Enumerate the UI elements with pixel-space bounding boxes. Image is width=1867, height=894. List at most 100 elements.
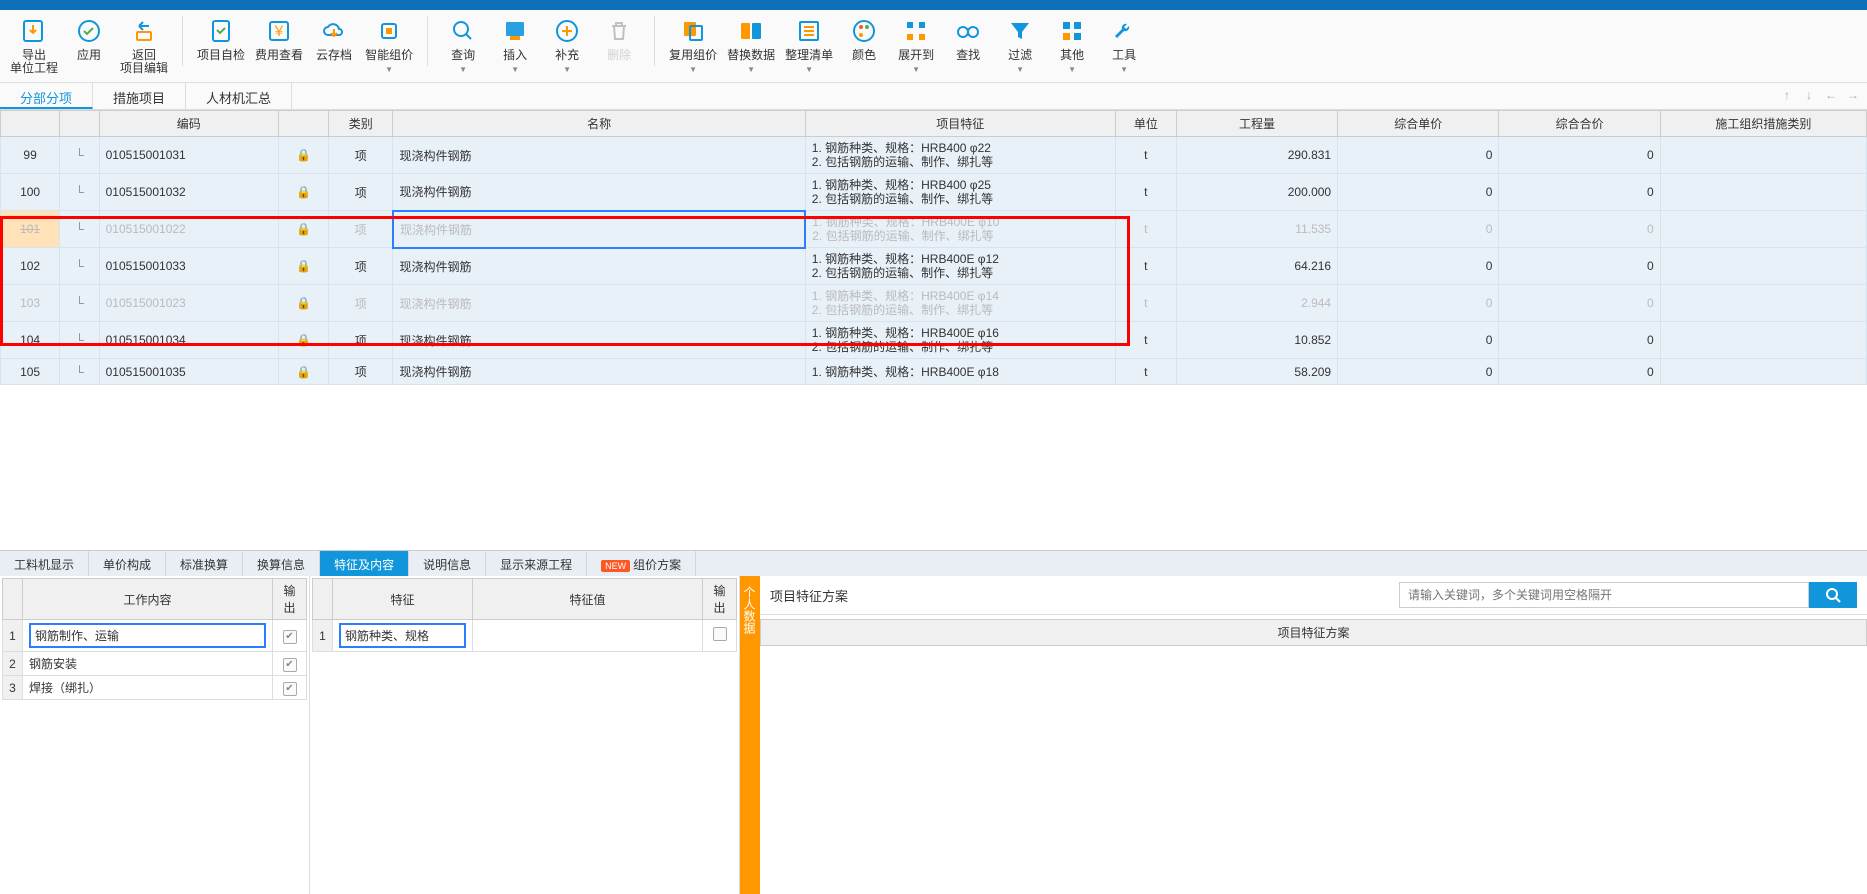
unit-cell[interactable]: t: [1115, 359, 1176, 385]
code-cell[interactable]: 010515001033: [99, 248, 278, 285]
total-cell[interactable]: 0: [1499, 174, 1660, 211]
output-checkbox[interactable]: [283, 682, 297, 696]
price-cell[interactable]: 0: [1338, 359, 1499, 385]
price-cell[interactable]: 0: [1338, 211, 1499, 248]
tab-feature-content[interactable]: 特征及内容: [320, 551, 409, 576]
nav-right-icon[interactable]: →: [1844, 86, 1862, 104]
work-label[interactable]: 钢筋安装: [23, 652, 273, 676]
insert-btn[interactable]: 插入 ▼: [494, 16, 536, 74]
name-cell[interactable]: 现浇构件钢筋: [393, 248, 805, 285]
table-row[interactable]: 104└010515001034🔒项现浇构件钢筋1. 钢筋种类、规格：HRB40…: [1, 322, 1867, 359]
total-cell[interactable]: 0: [1499, 285, 1660, 322]
other-btn[interactable]: 其他 ▼: [1051, 16, 1093, 74]
cloud-archive-btn[interactable]: 云存档: [313, 16, 355, 62]
unit-cell[interactable]: t: [1115, 248, 1176, 285]
feature-value[interactable]: [473, 620, 703, 652]
work-row[interactable]: 1钢筋制作、运输: [3, 620, 307, 652]
org-cell[interactable]: [1660, 248, 1866, 285]
tab-measure[interactable]: 措施项目: [93, 83, 186, 109]
color-btn[interactable]: 颜色: [843, 16, 885, 62]
category-cell[interactable]: 项: [328, 285, 393, 322]
total-cell[interactable]: 0: [1499, 211, 1660, 248]
org-cell[interactable]: [1660, 322, 1866, 359]
feature-cell[interactable]: 1. 钢筋种类、规格：HRB400E φ14 2. 包括钢筋的运输、制作、绑扎等: [805, 285, 1115, 322]
total-cell[interactable]: 0: [1499, 322, 1660, 359]
tree-toggle[interactable]: └: [60, 359, 99, 385]
nav-left-icon[interactable]: ←: [1822, 86, 1840, 104]
total-cell[interactable]: 0: [1499, 248, 1660, 285]
find-btn[interactable]: 查找: [947, 16, 989, 62]
feature-cell[interactable]: 1. 钢筋种类、规格：HRB400 φ22 2. 包括钢筋的运输、制作、绑扎等: [805, 137, 1115, 174]
org-cell[interactable]: [1660, 211, 1866, 248]
tab-convert-info[interactable]: 换算信息: [243, 551, 320, 576]
total-cell[interactable]: 0: [1499, 137, 1660, 174]
tree-toggle[interactable]: └: [60, 248, 99, 285]
output-checkbox[interactable]: [283, 658, 297, 672]
fee-view-btn[interactable]: ￥ 费用查看: [255, 16, 303, 62]
unit-cell[interactable]: t: [1115, 285, 1176, 322]
code-cell[interactable]: 010515001035: [99, 359, 278, 385]
category-cell[interactable]: 项: [328, 359, 393, 385]
code-cell[interactable]: 010515001031: [99, 137, 278, 174]
unit-cell[interactable]: t: [1115, 322, 1176, 359]
code-cell[interactable]: 010515001032: [99, 174, 278, 211]
nav-down-icon[interactable]: ↓: [1800, 86, 1818, 104]
price-cell[interactable]: 0: [1338, 248, 1499, 285]
work-label-input[interactable]: 钢筋制作、运输: [29, 623, 266, 648]
org-cell[interactable]: [1660, 137, 1866, 174]
org-cell[interactable]: [1660, 285, 1866, 322]
feature-cell[interactable]: 1. 钢筋种类、规格：HRB400 φ25 2. 包括钢筋的运输、制作、绑扎等: [805, 174, 1115, 211]
category-cell[interactable]: 项: [328, 137, 393, 174]
tab-description[interactable]: 说明信息: [409, 551, 486, 576]
price-cell[interactable]: 0: [1338, 285, 1499, 322]
tab-std-convert[interactable]: 标准换算: [166, 551, 243, 576]
feature-output-checkbox[interactable]: [713, 627, 727, 641]
category-cell[interactable]: 项: [328, 322, 393, 359]
personal-data-vtab[interactable]: 个人数据: [740, 576, 760, 894]
work-label[interactable]: 焊接（绑扎）: [23, 676, 273, 700]
table-row[interactable]: 101└010515001022🔒项现浇构件钢筋1. 钢筋种类、规格：HRB40…: [1, 211, 1867, 248]
smart-group-btn[interactable]: 智能组价 ▼: [365, 16, 413, 74]
feature-cell[interactable]: 1. 钢筋种类、规格：HRB400E φ18: [805, 359, 1115, 385]
feature-cell[interactable]: 1. 钢筋种类、规格：HRB400E φ16 2. 包括钢筋的运输、制作、绑扎等: [805, 322, 1115, 359]
price-cell[interactable]: 0: [1338, 322, 1499, 359]
table-row[interactable]: 100└010515001032🔒项现浇构件钢筋1. 钢筋种类、规格：HRB40…: [1, 174, 1867, 211]
code-cell[interactable]: 010515001034: [99, 322, 278, 359]
tab-subsection[interactable]: 分部分项: [0, 83, 93, 109]
tab-price-compose[interactable]: 单价构成: [89, 551, 166, 576]
code-cell[interactable]: 010515001023: [99, 285, 278, 322]
feature-label-input[interactable]: 钢筋种类、规格: [339, 623, 466, 648]
name-cell[interactable]: 现浇构件钢筋: [393, 359, 805, 385]
work-row[interactable]: 2钢筋安装: [3, 652, 307, 676]
apply-btn[interactable]: 应用: [68, 16, 110, 62]
category-cell[interactable]: 项: [328, 211, 393, 248]
work-label[interactable]: 钢筋制作、运输: [23, 620, 273, 652]
category-cell[interactable]: 项: [328, 248, 393, 285]
qty-cell[interactable]: 10.852: [1176, 322, 1337, 359]
feature-cell[interactable]: 1. 钢筋种类、规格：HRB400E φ10 2. 包括钢筋的运输、制作、绑扎等: [805, 211, 1115, 248]
search-button[interactable]: [1809, 582, 1857, 608]
feature-row[interactable]: 1钢筋种类、规格: [313, 620, 737, 652]
tab-group-scheme[interactable]: NEW组价方案: [587, 551, 696, 576]
table-row[interactable]: 103└010515001023🔒项现浇构件钢筋1. 钢筋种类、规格：HRB40…: [1, 285, 1867, 322]
export-unit-btn[interactable]: 导出 单位工程: [10, 16, 58, 75]
qty-cell[interactable]: 11.535: [1176, 211, 1337, 248]
expand-to-btn[interactable]: 展开到 ▼: [895, 16, 937, 74]
feature-cell[interactable]: 1. 钢筋种类、规格：HRB400E φ12 2. 包括钢筋的运输、制作、绑扎等: [805, 248, 1115, 285]
org-cell[interactable]: [1660, 359, 1866, 385]
qty-cell[interactable]: 58.209: [1176, 359, 1337, 385]
feature-label[interactable]: 钢筋种类、规格: [333, 620, 473, 652]
tree-toggle[interactable]: └: [60, 322, 99, 359]
tree-toggle[interactable]: └: [60, 285, 99, 322]
org-cell[interactable]: [1660, 174, 1866, 211]
tab-source-project[interactable]: 显示来源工程: [486, 551, 587, 576]
nav-up-icon[interactable]: ↑: [1778, 86, 1796, 104]
supplement-btn[interactable]: 补充 ▼: [546, 16, 588, 74]
table-row[interactable]: 102└010515001033🔒项现浇构件钢筋1. 钢筋种类、规格：HRB40…: [1, 248, 1867, 285]
tree-toggle[interactable]: └: [60, 137, 99, 174]
price-cell[interactable]: 0: [1338, 174, 1499, 211]
name-cell[interactable]: 现浇构件钢筋: [393, 322, 805, 359]
table-row[interactable]: 105└010515001035🔒项现浇构件钢筋1. 钢筋种类、规格：HRB40…: [1, 359, 1867, 385]
name-cell[interactable]: 现浇构件钢筋: [393, 285, 805, 322]
qty-cell[interactable]: 2.944: [1176, 285, 1337, 322]
